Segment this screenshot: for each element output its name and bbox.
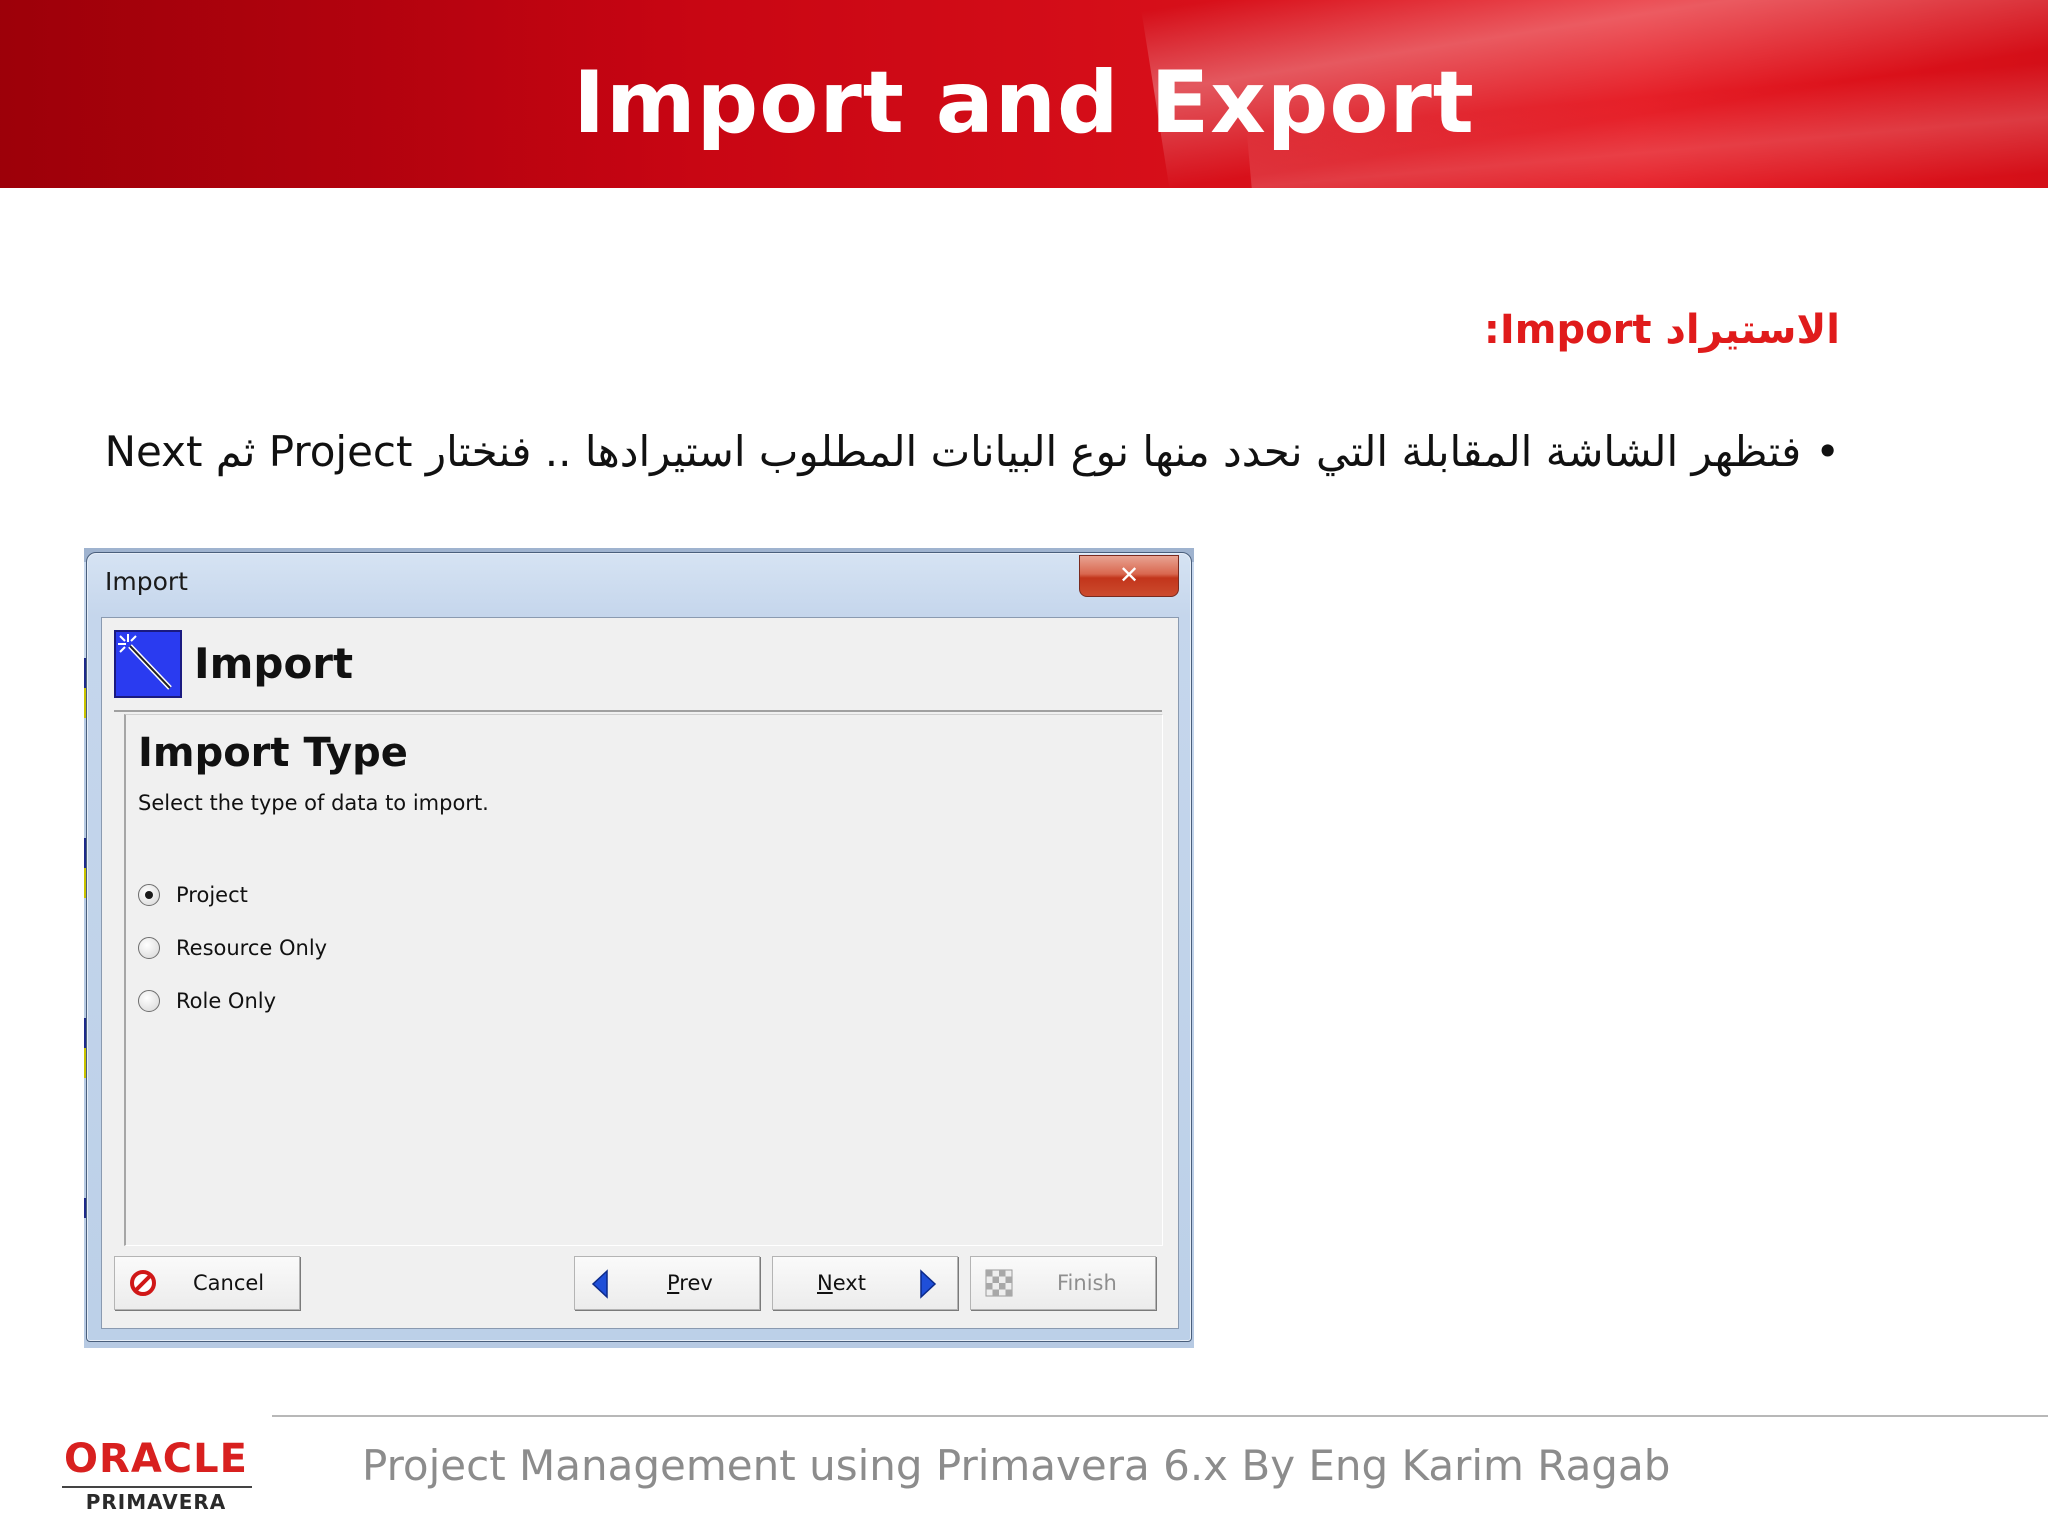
close-icon: ✕	[1118, 561, 1140, 589]
wizard-title: Import	[194, 639, 354, 688]
prev-button[interactable]: Prev	[574, 1256, 760, 1310]
radio-button[interactable]	[138, 884, 160, 906]
dialog-client-area: Import Import Type Select the type of da…	[101, 617, 1179, 1329]
option-resource-only[interactable]: Resource Only	[138, 930, 327, 966]
option-role-only[interactable]: Role Only	[138, 983, 276, 1019]
finish-label: Finish	[1057, 1271, 1117, 1295]
section-heading: الاستيراد Import:	[1483, 307, 1840, 353]
bullet-item: • فتظهر الشاشة المقابلة التي نحدد منها نو…	[105, 420, 1840, 484]
oracle-logo-text: ORACLE	[64, 1436, 248, 1482]
footer-caption: Project Management using Primavera 6.x B…	[362, 1441, 1671, 1490]
radio-button[interactable]	[138, 937, 160, 959]
arrow-right-icon	[917, 1269, 939, 1304]
option-project[interactable]: Project	[138, 877, 248, 913]
finish-button[interactable]: Finish	[970, 1256, 1156, 1310]
logo-rule	[62, 1486, 252, 1488]
primavera-logo-text: PRIMAVERA	[85, 1490, 227, 1514]
import-dialog-screenshot: Import ✕ Import Import Type Select the t…	[84, 548, 1194, 1348]
footer-divider	[272, 1415, 2048, 1417]
radio-button[interactable]	[138, 990, 160, 1012]
import-dialog: Import ✕ Import Import Type Select the t…	[86, 552, 1192, 1342]
window-title: Import	[105, 567, 188, 596]
next-label: Next	[817, 1271, 866, 1295]
close-button[interactable]: ✕	[1079, 555, 1179, 597]
cancel-label: Cancel	[193, 1271, 265, 1295]
option-label: Project	[176, 883, 248, 907]
finish-flag-icon	[985, 1269, 1013, 1302]
cancel-button[interactable]: Cancel	[114, 1256, 300, 1310]
panel-instruction: Select the type of data to import.	[138, 791, 489, 815]
option-label: Resource Only	[176, 936, 328, 960]
prev-label: Prev	[667, 1271, 713, 1295]
panel-title: Import Type	[138, 730, 408, 776]
oracle-primavera-logo: ORACLE PRIMAVERA	[56, 1436, 256, 1516]
bullet-text: فتظهر الشاشة المقابلة التي نحدد منها نوع…	[104, 427, 1802, 476]
import-type-panel: Import Type Select the type of data to i…	[124, 714, 1163, 1246]
wizard-header: Import	[114, 630, 1162, 712]
slide-title: Import and Export	[573, 53, 1475, 153]
arrow-left-icon	[589, 1269, 611, 1304]
magic-wand-icon	[114, 630, 182, 698]
option-label: Role Only	[176, 989, 277, 1013]
cancel-icon	[129, 1269, 157, 1302]
bullet-icon: •	[1815, 427, 1840, 476]
next-button[interactable]: Next	[772, 1256, 958, 1310]
